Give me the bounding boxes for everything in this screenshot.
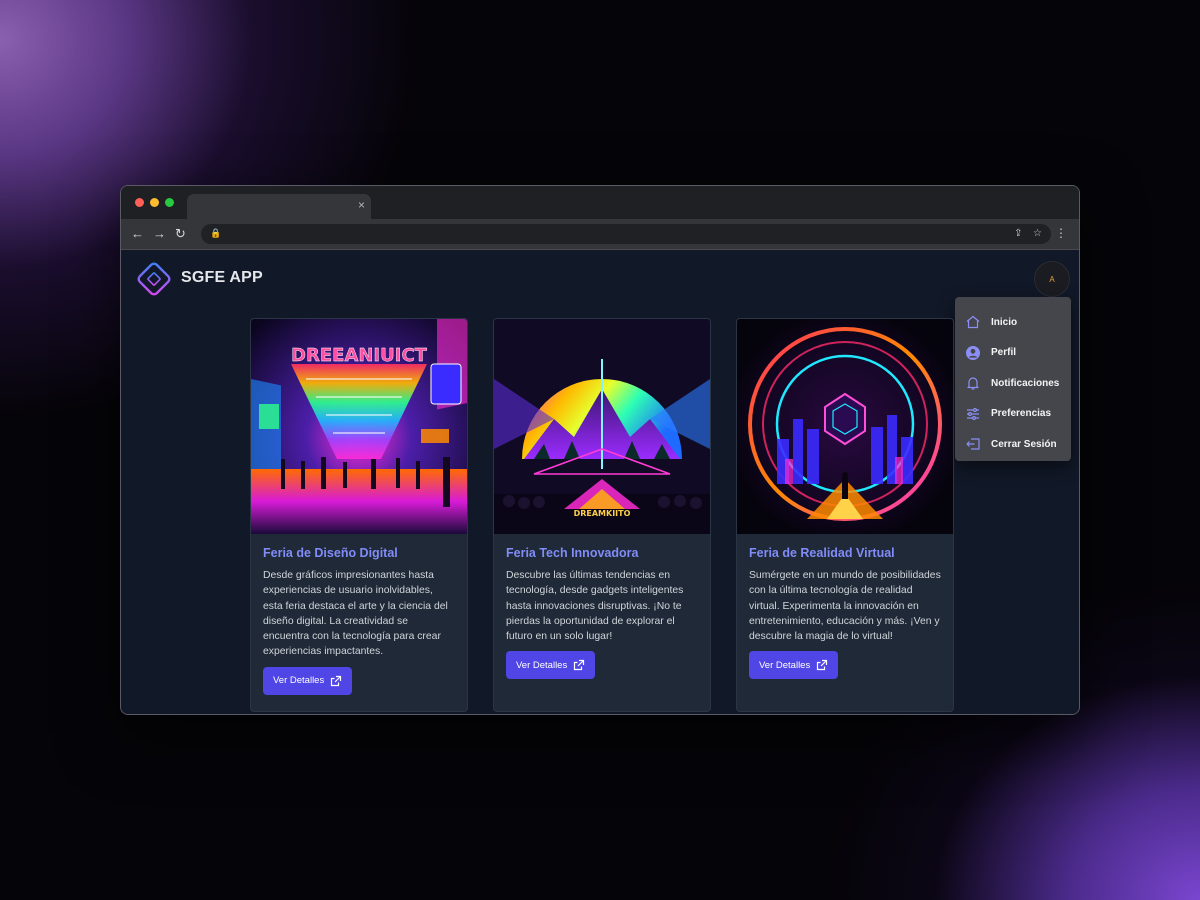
event-card: DREEANIUICT Feria de Diseño Digital Desd…: [250, 318, 468, 712]
card-description: Descubre las últimas tendencias en tecno…: [506, 570, 684, 643]
logout-icon: [964, 435, 982, 453]
event-image-tech-innovation: DREAMKIITO: [494, 319, 710, 534]
menu-label-notificaciones: Notificaciones: [991, 377, 1060, 389]
app-logo-icon[interactable]: [133, 258, 175, 300]
browser-titlebar: ×: [121, 186, 1079, 219]
app-title: SGFE APP: [181, 269, 263, 286]
event-card: Feria de Realidad Virtual Sumérgete en u…: [736, 318, 954, 712]
home-icon: [964, 313, 982, 331]
bookmark-star-icon[interactable]: ☆: [1033, 227, 1042, 241]
sliders-icon: [964, 405, 982, 423]
menu-label-cerrar-sesion: Cerrar Sesión: [991, 438, 1057, 450]
menu-item-cerrar-sesion[interactable]: Cerrar Sesión: [955, 429, 1071, 460]
app-page: SGFE APP A Inicio Perfil Notificaciones …: [121, 250, 1079, 714]
external-link-icon: [817, 660, 828, 671]
ver-detalles-button[interactable]: Ver Detalles: [506, 651, 596, 680]
image-sign-text: DREEANIUICT: [291, 345, 428, 366]
close-window-button[interactable]: [135, 198, 144, 207]
browser-window: × ← → ↻ 🔒 ⇪ ☆ ⋮ SGFE APP A Inicio Perfil…: [120, 185, 1080, 715]
menu-label-inicio: Inicio: [991, 316, 1018, 328]
menu-item-preferencias[interactable]: Preferencias: [955, 399, 1071, 430]
external-link-icon: [331, 675, 342, 686]
lock-icon: 🔒: [210, 228, 222, 238]
menu-label-preferencias: Preferencias: [991, 408, 1052, 420]
card-description: Desde gráficos impresionantes hasta expe…: [263, 570, 448, 658]
image-sign-text: DREAMKIITO: [574, 509, 631, 518]
back-icon[interactable]: ←: [131, 226, 144, 241]
menu-label-perfil: Perfil: [991, 347, 1017, 359]
button-label: Ver Detalles: [516, 659, 568, 671]
address-bar[interactable]: 🔒 ⇪ ☆: [201, 224, 1051, 244]
menu-item-perfil[interactable]: Perfil: [955, 338, 1071, 369]
card-title: Feria Tech Innovadora: [506, 546, 639, 560]
button-label: Ver Detalles: [759, 659, 811, 671]
button-label: Ver Detalles: [273, 675, 325, 687]
share-icon[interactable]: ⇪: [1014, 227, 1022, 241]
bell-icon: [964, 374, 982, 392]
tab-close-icon[interactable]: ×: [358, 198, 365, 212]
user-circle-icon: [964, 344, 982, 362]
user-avatar[interactable]: A: [1034, 261, 1070, 297]
event-card: DREAMKIITO Feria Tech Innovadora Descubr…: [493, 318, 711, 712]
external-link-icon: [574, 660, 585, 671]
event-image-virtual-reality: [737, 319, 953, 534]
ver-detalles-button[interactable]: Ver Detalles: [263, 666, 353, 695]
menu-item-inicio[interactable]: Inicio: [955, 307, 1071, 338]
browser-toolbar: ← → ↻ 🔒 ⇪ ☆ ⋮: [121, 219, 1079, 250]
window-controls: [135, 198, 174, 207]
ver-detalles-button[interactable]: Ver Detalles: [749, 651, 839, 680]
forward-icon[interactable]: →: [153, 226, 166, 241]
reload-icon[interactable]: ↻: [175, 226, 186, 241]
minimize-window-button[interactable]: [150, 198, 159, 207]
event-image-digital-design: DREEANIUICT: [251, 319, 467, 534]
maximize-window-button[interactable]: [165, 198, 174, 207]
browser-menu-icon[interactable]: ⋮: [1055, 226, 1067, 240]
card-title: Feria de Diseño Digital: [263, 546, 398, 560]
user-dropdown-menu: Inicio Perfil Notificaciones Preferencia…: [955, 297, 1071, 461]
browser-tab[interactable]: ×: [187, 194, 371, 219]
card-description: Sumérgete en un mundo de posibilidades c…: [749, 570, 941, 643]
card-title: Feria de Realidad Virtual: [749, 546, 895, 560]
menu-item-notificaciones[interactable]: Notificaciones: [955, 368, 1071, 399]
avatar-initial: A: [1049, 274, 1055, 284]
